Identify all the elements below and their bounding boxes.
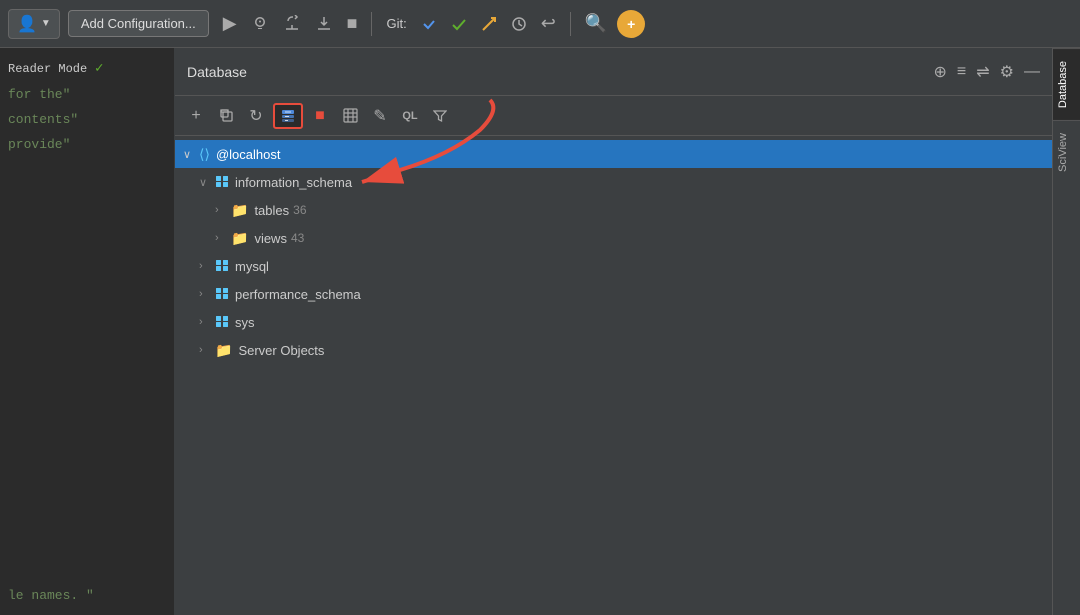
- separator-2: [570, 12, 571, 36]
- mysql-label: mysql: [235, 259, 269, 274]
- git-label: Git:: [386, 16, 406, 31]
- list-icon[interactable]: ≡: [957, 63, 966, 81]
- connection-icon: ⟨⟩: [199, 146, 210, 163]
- edit-button[interactable]: ✎: [367, 103, 393, 129]
- database-header-icons: ⊕ ≡ ⇌ ⚙ —: [934, 62, 1041, 82]
- database-tree: ∨ ⟨⟩ @localhost ∨ information_schema › 📁…: [175, 136, 1052, 615]
- tree-item-views[interactable]: › 📁 views 43: [175, 224, 1052, 252]
- filter-icon[interactable]: ⇌: [976, 62, 989, 82]
- server-objects-label: Server Objects: [238, 343, 324, 358]
- tree-item-server-objects[interactable]: › 📁 Server Objects: [175, 336, 1052, 364]
- sidebar-tab-sciview[interactable]: SciView: [1053, 120, 1080, 184]
- code-text-4: provide": [8, 137, 70, 152]
- collapse-icon[interactable]: —: [1024, 63, 1040, 81]
- reader-mode-label: Reader Mode: [8, 62, 87, 76]
- git-update-button[interactable]: [417, 14, 441, 34]
- stop-sync-button[interactable]: ■: [307, 103, 333, 129]
- main-area: Reader Mode ✓ for the" contents" provide…: [0, 48, 1080, 615]
- profile-button[interactable]: +: [617, 10, 645, 38]
- tree-item-information-schema[interactable]: ∨ information_schema: [175, 168, 1052, 196]
- tree-item-tables[interactable]: › 📁 tables 36: [175, 196, 1052, 224]
- git-push-button[interactable]: [477, 14, 501, 34]
- database-title: Database: [187, 64, 934, 80]
- code-text-5: le names. ": [8, 588, 94, 603]
- folder-icon-server: 📁: [215, 342, 232, 359]
- schema-icon-info: [215, 174, 229, 191]
- schema-icon-sys: [215, 314, 229, 331]
- add-configuration-button[interactable]: Add Configuration...: [68, 10, 209, 37]
- sidebar-database-label: Database: [1057, 61, 1069, 108]
- check-icon: ✓: [95, 61, 103, 77]
- tables-label: tables: [254, 203, 289, 218]
- table-button[interactable]: [337, 103, 363, 129]
- code-text-3: contents": [8, 112, 78, 127]
- toolbar-icons: ▶ ■ Git: ↩ 🔍 +: [219, 10, 1072, 38]
- profile-icon: +: [627, 16, 635, 32]
- folder-icon-tables: 📁: [231, 202, 248, 219]
- folder-icon-views: 📁: [231, 230, 248, 247]
- database-toolbar: + ↻ ■ ✎ QL: [175, 96, 1052, 136]
- copy-button[interactable]: [213, 103, 239, 129]
- schema-icon-performance: [215, 286, 229, 303]
- chevron-performance: ›: [199, 288, 215, 300]
- sys-label: sys: [235, 315, 255, 330]
- schema-sync-button[interactable]: [273, 103, 303, 129]
- chevron-sys: ›: [199, 316, 215, 328]
- add-config-label: Add Configuration...: [81, 16, 196, 31]
- tree-item-localhost[interactable]: ∨ ⟨⟩ @localhost: [175, 140, 1052, 168]
- schema-icon-mysql: [215, 258, 229, 275]
- tables-count: 36: [293, 203, 306, 217]
- sql-button[interactable]: QL: [397, 103, 423, 129]
- step-into-button[interactable]: [311, 13, 337, 35]
- git-commit-button[interactable]: [447, 14, 471, 34]
- user-dropdown-icon: ▼: [41, 18, 51, 29]
- debug-button[interactable]: [247, 13, 273, 35]
- separator-1: [371, 12, 372, 36]
- globe-icon[interactable]: ⊕: [934, 62, 947, 82]
- filter-button[interactable]: [427, 103, 453, 129]
- views-count: 43: [291, 231, 304, 245]
- top-toolbar: 👤 ▼ Add Configuration... ▶ ■ Git:: [0, 0, 1080, 48]
- user-icon: 👤: [17, 14, 37, 34]
- git-history-button[interactable]: [507, 14, 531, 34]
- performance-schema-label: performance_schema: [235, 287, 361, 302]
- chevron-localhost: ∨: [183, 148, 199, 161]
- chevron-server-objects: ›: [199, 344, 215, 356]
- code-panel: Reader Mode ✓ for the" contents" provide…: [0, 48, 175, 615]
- right-sidebar: Database SciView: [1052, 48, 1080, 615]
- add-datasource-button[interactable]: +: [183, 103, 209, 129]
- information-schema-label: information_schema: [235, 175, 352, 190]
- views-label: views: [254, 231, 287, 246]
- code-line-2: for the": [8, 87, 166, 102]
- code-line-3: contents": [8, 112, 166, 127]
- search-button[interactable]: 🔍: [581, 11, 611, 36]
- tree-item-sys[interactable]: › sys: [175, 308, 1052, 336]
- code-line-5: le names. ": [8, 588, 166, 603]
- localhost-label: @localhost: [216, 147, 281, 162]
- code-line-4: provide": [8, 137, 166, 152]
- chevron-views: ›: [215, 232, 231, 244]
- chevron-info-schema: ∨: [199, 176, 215, 189]
- user-button[interactable]: 👤 ▼: [8, 9, 60, 39]
- refresh-button[interactable]: ↻: [243, 103, 269, 129]
- tree-item-mysql[interactable]: › mysql: [175, 252, 1052, 280]
- sidebar-sciview-label: SciView: [1057, 133, 1069, 172]
- code-line-1: Reader Mode ✓: [8, 60, 166, 77]
- chevron-tables: ›: [215, 204, 231, 216]
- settings-icon[interactable]: ⚙: [1000, 62, 1014, 82]
- database-panel: Database ⊕ ≡ ⇌ ⚙ — + ↻: [175, 48, 1052, 615]
- stop-button[interactable]: ■: [343, 11, 362, 36]
- step-over-button[interactable]: [279, 13, 305, 35]
- database-header: Database ⊕ ≡ ⇌ ⚙ —: [175, 48, 1052, 96]
- sidebar-tab-database[interactable]: Database: [1053, 48, 1080, 120]
- code-text-2: for the": [8, 87, 70, 102]
- tree-item-performance-schema[interactable]: › performance_schema: [175, 280, 1052, 308]
- chevron-mysql: ›: [199, 260, 215, 272]
- undo-button[interactable]: ↩: [537, 11, 560, 36]
- run-button[interactable]: ▶: [219, 11, 241, 36]
